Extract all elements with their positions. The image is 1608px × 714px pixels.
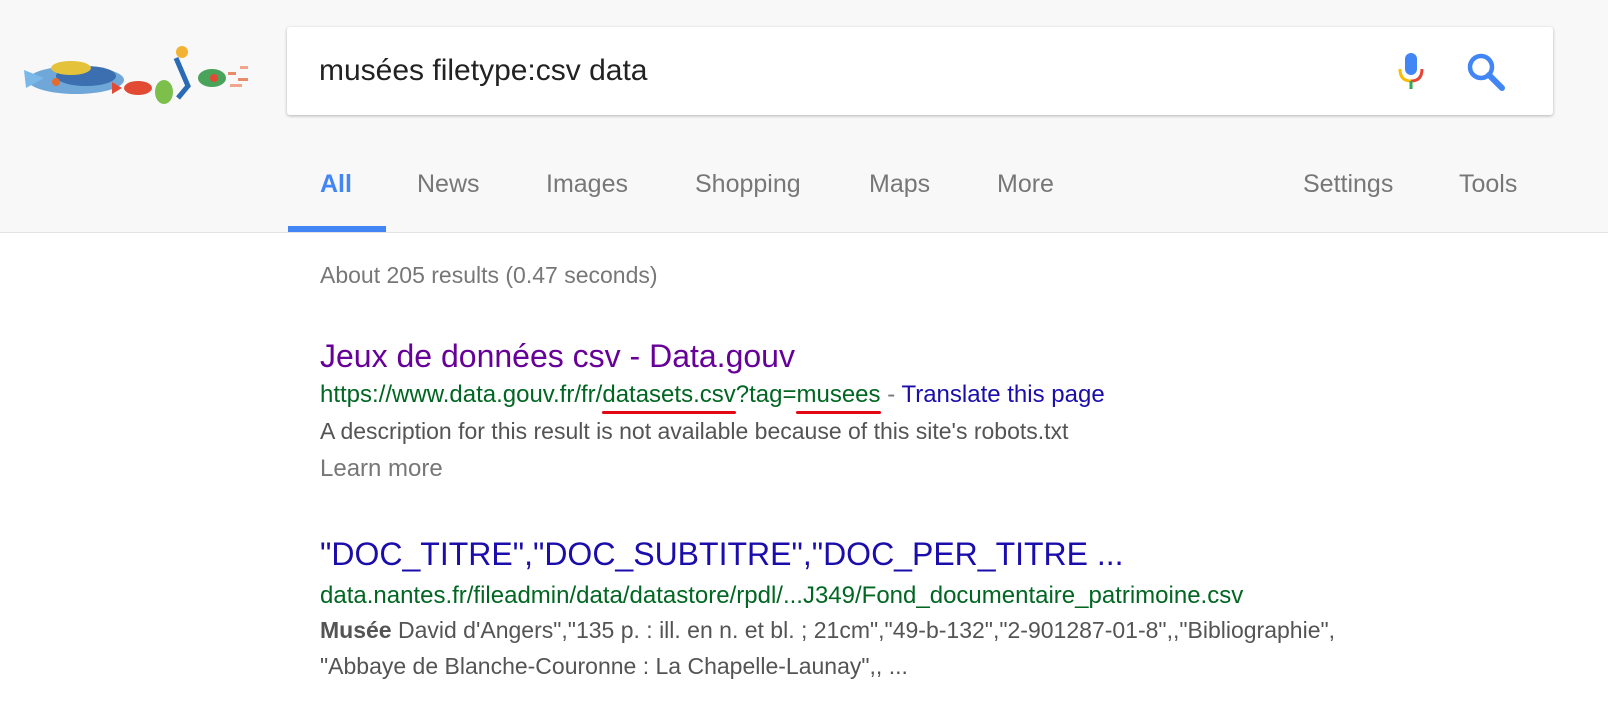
translate-link[interactable]: Translate this page <box>901 381 1104 408</box>
url-highlight-datasets: datasets.csv <box>602 381 737 414</box>
result-stats: About 205 results (0.47 seconds) <box>320 262 658 288</box>
result-description: A description for this result is not ava… <box>320 418 1069 444</box>
tab-shopping[interactable]: Shopping <box>695 170 801 199</box>
result-title[interactable]: Jeux de données csv - Data.gouv <box>320 338 795 375</box>
active-tab-indicator <box>288 226 386 232</box>
url-part: https://www.data.gouv.fr/fr/ <box>320 381 603 408</box>
snippet-bold: Musée <box>320 617 392 643</box>
settings-link[interactable]: Settings <box>1303 170 1393 199</box>
tab-news[interactable]: News <box>417 170 480 199</box>
tab-all[interactable]: All <box>320 170 352 199</box>
tab-images[interactable]: Images <box>546 170 628 199</box>
result-url: data.nantes.fr/fileadmin/data/datastore/… <box>320 582 1244 609</box>
tools-link[interactable]: Tools <box>1459 170 1517 199</box>
url-part: ?tag= <box>735 381 797 408</box>
microphone-icon[interactable] <box>1391 51 1431 91</box>
result-url: https://www.data.gouv.fr/fr/datasets.csv… <box>320 381 1105 414</box>
search-box <box>287 27 1553 115</box>
learn-more-link[interactable]: Learn more <box>320 455 443 483</box>
result-snippet: Musée David d'Angers","135 p. : ill. en … <box>320 617 1335 644</box>
tab-more[interactable]: More <box>997 170 1054 199</box>
url-highlight-musees: musees <box>796 381 881 414</box>
result-snippet: "Abbaye de Blanche-Couronne : La Chapell… <box>320 653 908 679</box>
url-separator: - <box>880 381 902 408</box>
google-doodle-logo[interactable] <box>16 38 254 112</box>
search-icon[interactable] <box>1465 51 1507 93</box>
result-title[interactable]: "DOC_TITRE","DOC_SUBTITRE","DOC_PER_TITR… <box>320 536 1124 573</box>
snippet-text: David d'Angers","135 p. : ill. en n. et … <box>391 617 1336 643</box>
tab-maps[interactable]: Maps <box>869 170 930 199</box>
search-input[interactable] <box>319 49 1319 93</box>
